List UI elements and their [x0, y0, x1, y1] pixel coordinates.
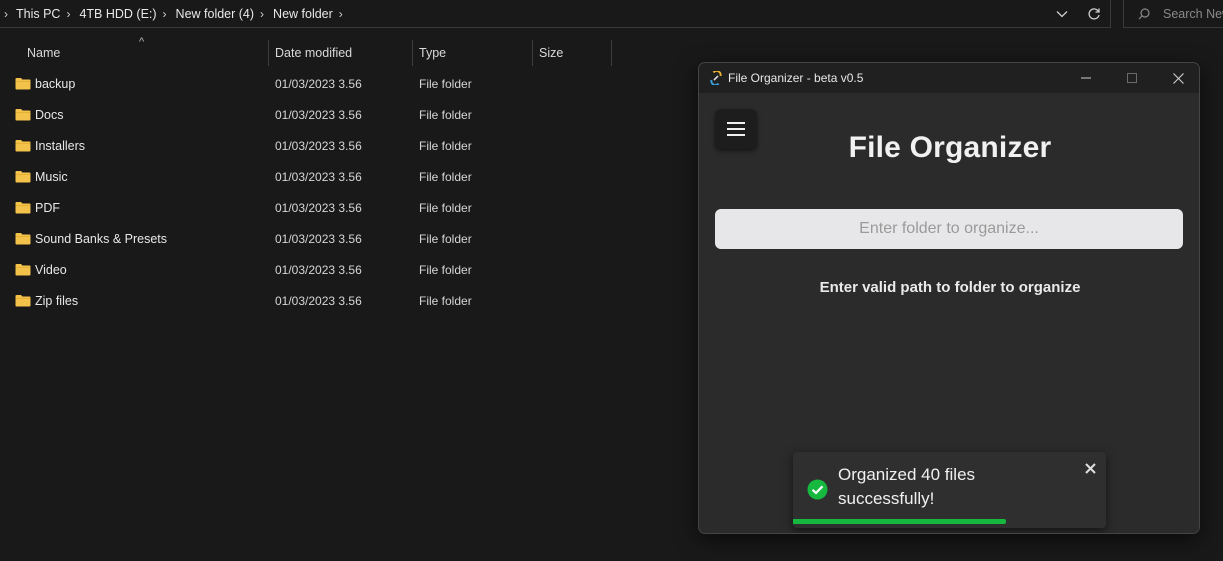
- folder-path-input[interactable]: [715, 209, 1183, 249]
- search-input[interactable]: Search New folder: [1123, 0, 1223, 28]
- file-organizer-window: File Organizer - beta v0.5 File Organize…: [698, 62, 1200, 534]
- column-header-row: ^ Name Date modified Type Size: [0, 36, 620, 68]
- file-name: Zip files: [35, 294, 79, 308]
- file-date: 01/03/2023 3.56: [275, 108, 362, 122]
- file-date: 01/03/2023 3.56: [275, 263, 362, 277]
- minimize-button[interactable]: [1063, 63, 1109, 93]
- file-type: File folder: [419, 139, 472, 153]
- folder-icon: [15, 264, 31, 276]
- breadcrumb-this-pc[interactable]: This PC: [16, 7, 60, 21]
- column-header-date[interactable]: Date modified: [275, 38, 352, 68]
- toast-progress-bar: [793, 519, 1006, 524]
- file-name: Docs: [35, 108, 64, 122]
- file-name: Installers: [35, 139, 86, 153]
- refresh-icon: [1088, 8, 1100, 20]
- sort-ascending-icon: ^: [139, 36, 145, 48]
- column-divider[interactable]: [532, 40, 533, 66]
- instruction-text: Enter valid path to folder to organize: [819, 279, 1081, 296]
- folder-icon: [15, 78, 31, 90]
- folder-icon: [15, 202, 31, 214]
- file-date: 01/03/2023 3.56: [275, 294, 362, 308]
- chevron-right-icon[interactable]: ›: [163, 7, 167, 21]
- file-row[interactable]: PDF 01/03/2023 3.56 File folder: [0, 193, 680, 224]
- search-icon: [1138, 7, 1150, 19]
- maximize-button[interactable]: [1109, 63, 1155, 93]
- close-window-button[interactable]: [1155, 63, 1199, 93]
- file-row[interactable]: backup 01/03/2023 3.56 File folder: [0, 69, 680, 100]
- folder-icon: [15, 140, 31, 152]
- file-name: Sound Banks & Presets: [35, 232, 168, 246]
- file-type: File folder: [419, 232, 472, 246]
- file-row[interactable]: Docs 01/03/2023 3.56 File folder: [0, 100, 680, 131]
- folder-icon: [15, 295, 31, 307]
- file-name: Music: [35, 170, 68, 184]
- column-header-type[interactable]: Type: [419, 38, 446, 68]
- file-name: backup: [35, 77, 76, 91]
- file-row[interactable]: Installers 01/03/2023 3.56 File folder: [0, 131, 680, 162]
- maximize-icon: [1127, 73, 1137, 83]
- window-title: File Organizer - beta v0.5: [728, 71, 864, 85]
- file-type: File folder: [419, 294, 472, 308]
- breadcrumb-drive[interactable]: 4TB HDD (E:): [79, 7, 156, 21]
- refresh-button[interactable]: [1078, 0, 1110, 28]
- minimize-icon: [1081, 77, 1091, 79]
- chevron-down-icon: [1056, 11, 1068, 18]
- file-type: File folder: [419, 108, 472, 122]
- file-type: File folder: [419, 263, 472, 277]
- chevron-right-icon[interactable]: ›: [66, 7, 70, 21]
- file-row[interactable]: Sound Banks & Presets 01/03/2023 3.56 Fi…: [0, 224, 680, 255]
- chevron-right-icon[interactable]: ›: [260, 7, 264, 21]
- column-divider[interactable]: [268, 40, 269, 66]
- chevron-right-icon[interactable]: ›: [339, 7, 343, 21]
- folder-icon: [15, 171, 31, 183]
- toast-message: Organized 40 files successfully!: [838, 465, 976, 508]
- breadcrumb-current-folder[interactable]: New folder: [273, 7, 333, 21]
- column-divider[interactable]: [412, 40, 413, 66]
- success-toast: Organized 40 files successfully!: [793, 452, 1106, 528]
- title-bar[interactable]: File Organizer - beta v0.5: [699, 63, 1199, 93]
- app-logo-icon: [710, 71, 722, 85]
- folder-icon: [15, 233, 31, 245]
- file-date: 01/03/2023 3.56: [275, 232, 362, 246]
- file-type: File folder: [419, 201, 472, 215]
- history-dropdown-button[interactable]: [1046, 0, 1078, 28]
- close-icon: [1084, 462, 1096, 474]
- column-divider[interactable]: [611, 40, 612, 66]
- file-name: Video: [35, 263, 67, 277]
- file-name: PDF: [35, 201, 60, 215]
- file-row[interactable]: Music 01/03/2023 3.56 File folder: [0, 162, 680, 193]
- breadcrumb-parent-folder[interactable]: New folder (4): [176, 7, 255, 21]
- address-bar[interactable]: › This PC › 4TB HDD (E:) › New folder (4…: [0, 0, 1111, 28]
- file-type: File folder: [419, 77, 472, 91]
- file-date: 01/03/2023 3.56: [275, 139, 362, 153]
- toast-progress-track: [793, 519, 1106, 524]
- file-date: 01/03/2023 3.56: [275, 77, 362, 91]
- file-list: backup 01/03/2023 3.56 File folder Docs …: [0, 69, 680, 317]
- file-type: File folder: [419, 170, 472, 184]
- toast-close-button[interactable]: [1083, 461, 1097, 475]
- close-icon: [1172, 72, 1184, 84]
- search-placeholder: Search New folder: [1163, 6, 1223, 21]
- app-heading: File Organizer: [848, 131, 1052, 164]
- column-header-size[interactable]: Size: [539, 38, 563, 68]
- column-header-name[interactable]: Name: [27, 38, 60, 68]
- success-check-icon: [807, 479, 828, 500]
- chevron-right-icon[interactable]: ›: [4, 7, 8, 21]
- file-row[interactable]: Zip files 01/03/2023 3.56 File folder: [0, 286, 680, 317]
- file-date: 01/03/2023 3.56: [275, 170, 362, 184]
- app-content: File Organizer Enter valid path to folde…: [699, 93, 1199, 533]
- file-date: 01/03/2023 3.56: [275, 201, 362, 215]
- file-row[interactable]: Video 01/03/2023 3.56 File folder: [0, 255, 680, 286]
- folder-icon: [15, 109, 31, 121]
